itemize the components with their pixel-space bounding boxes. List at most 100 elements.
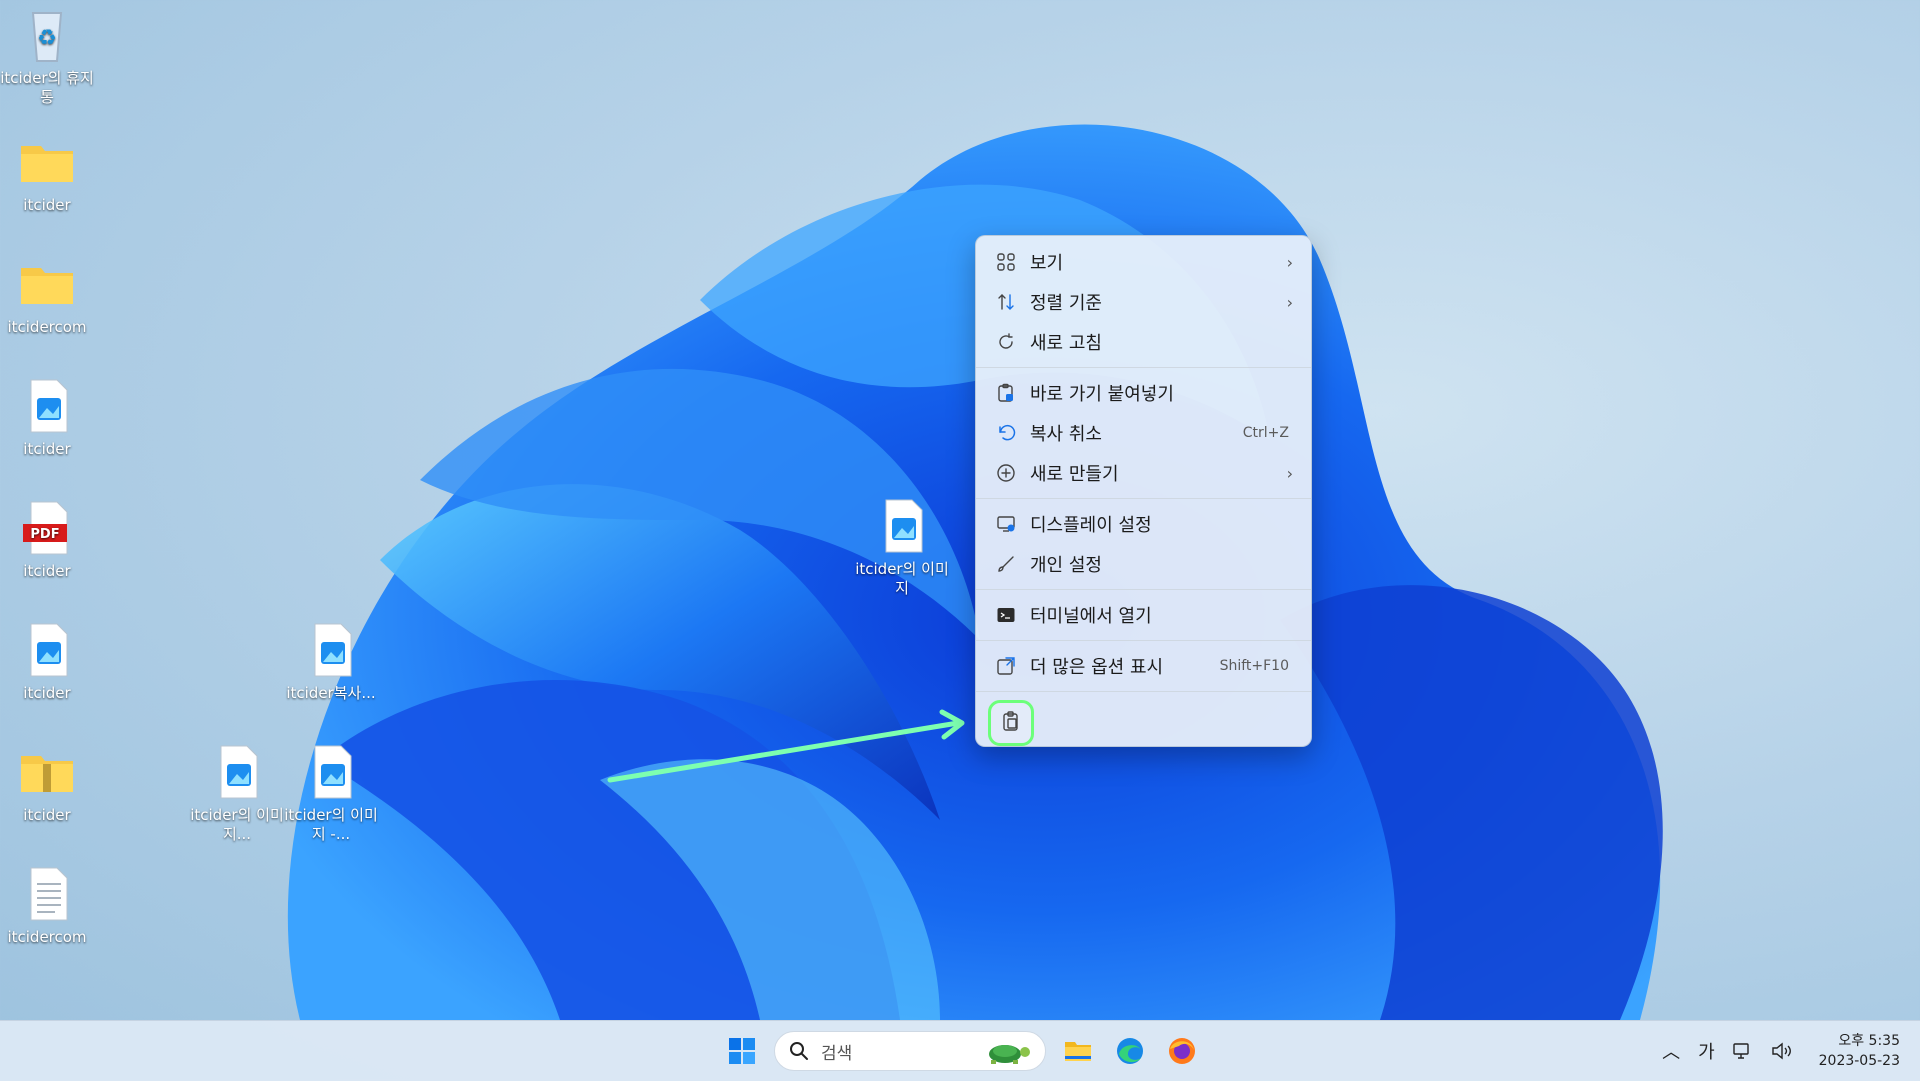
folder-icon — [21, 146, 73, 182]
menu-item-refresh[interactable]: 새로 고침 — [976, 322, 1311, 362]
desktop-icon-label: itcider의 휴지통 — [0, 69, 94, 106]
menu-item-label: 복사 취소 — [1030, 424, 1102, 445]
tray-overflow-chevron-icon[interactable]: ︿ — [1662, 1038, 1680, 1064]
network-icon[interactable] — [1732, 1042, 1753, 1060]
desktop-icon-recycle-bin[interactable]: ♻ itcider의 휴지통 — [0, 5, 95, 107]
system-tray: ︿ 가 오후 5:35 2023-05-23 — [1644, 1021, 1900, 1081]
desktop-icon-label: itcider — [23, 562, 71, 580]
search-placeholder: 검색 — [821, 1043, 853, 1064]
taskbar-firefox[interactable] — [1156, 1029, 1208, 1073]
paste-icon — [1000, 710, 1022, 736]
desktop-wallpaper — [287, 124, 1663, 1020]
clock-time: 오후 5:35 — [1838, 1033, 1900, 1049]
chevron-right-icon: › — [1286, 252, 1293, 272]
image-file-icon — [30, 379, 68, 433]
volume-icon[interactable] — [1771, 1042, 1793, 1060]
desktop-icon-label: itcider — [23, 196, 71, 214]
menu-item-label: 바로 가기 붙여넣기 — [1030, 384, 1174, 405]
display-icon — [994, 512, 1018, 536]
terminal-icon — [994, 603, 1018, 627]
desktop-icon-label: itcider의 이미지 -... — [284, 806, 378, 843]
zip-folder-icon — [21, 756, 73, 792]
taskbar: 검색 ︿ 가 오후 5:35 2023-05-23 — [0, 1020, 1920, 1081]
search-icon — [790, 1042, 808, 1060]
menu-separator — [976, 367, 1311, 368]
svg-text:PDF: PDF — [30, 527, 59, 542]
menu-item-label: 터미널에서 열기 — [1030, 606, 1152, 627]
firefox-icon — [1169, 1038, 1195, 1064]
desktop-icon-image-file[interactable]: itcider의 이미지 -... — [283, 742, 379, 844]
file-explorer-icon — [1065, 1042, 1091, 1061]
desktop-icon-folder[interactable]: itcider — [0, 132, 95, 215]
grid-icon — [994, 250, 1018, 274]
menu-item-display-settings[interactable]: 디스플레이 설정 — [976, 504, 1311, 544]
undo-icon — [994, 421, 1018, 445]
desktop-icon-label: itcider — [23, 440, 71, 458]
menu-separator — [976, 498, 1311, 499]
start-button[interactable] — [716, 1029, 768, 1073]
desktop-icon-label: itcider의 이미지... — [190, 806, 284, 843]
menu-item-label: 새로 만들기 — [1030, 464, 1119, 485]
edge-icon — [1117, 1038, 1143, 1064]
taskbar-edge[interactable] — [1104, 1029, 1156, 1073]
menu-item-shortcut: Ctrl+Z — [1242, 425, 1289, 441]
menu-separator — [976, 640, 1311, 641]
menu-item-label: 더 많은 옵션 표시 — [1030, 657, 1164, 678]
image-file-icon — [314, 623, 352, 677]
chevron-right-icon: › — [1286, 463, 1293, 483]
desktop-icon-image-file[interactable]: itcider — [0, 620, 95, 703]
recycle-bin-icon: ♻ — [31, 12, 63, 62]
menu-item-sort-by[interactable]: 정렬 기준 › — [976, 282, 1311, 322]
menu-item-new[interactable]: 새로 만들기 › — [976, 453, 1311, 493]
taskbar-clock[interactable]: 오후 5:35 2023-05-23 — [1819, 1031, 1900, 1071]
image-file-icon — [220, 745, 258, 799]
desktop-icon-label: itcidercom — [7, 928, 87, 946]
menu-item-show-more-options[interactable]: 더 많은 옵션 표시 Shift+F10 — [976, 646, 1311, 686]
menu-item-open-terminal[interactable]: 터미널에서 열기 — [976, 595, 1311, 635]
desktop-icon-label: itcider — [23, 684, 71, 702]
desktop-icon-label: itcider복사... — [286, 684, 376, 702]
taskbar-apps: 검색 — [716, 1029, 1208, 1073]
folder-icon — [21, 268, 73, 304]
sort-icon — [994, 290, 1018, 314]
paste-shortcut-icon — [994, 381, 1018, 405]
chevron-right-icon: › — [1286, 292, 1293, 312]
menu-item-label: 새로 고침 — [1030, 333, 1102, 354]
image-file-icon — [314, 745, 352, 799]
menu-item-label: 개인 설정 — [1030, 555, 1102, 576]
menu-item-undo-copy[interactable]: 복사 취소 Ctrl+Z — [976, 413, 1311, 453]
search-highlight-turtle-icon — [989, 1045, 1030, 1064]
pdf-file-icon: PDF — [23, 501, 68, 555]
desktop-icon-label: itcidercom — [7, 318, 87, 336]
desktop-icon-image-file[interactable]: itcider의 이미지... — [189, 742, 285, 844]
windows-start-icon — [729, 1038, 755, 1064]
desktop-icon-label: itcider — [23, 806, 71, 824]
desktop-icon-image-file[interactable]: itcider — [0, 376, 95, 459]
menu-item-label: 보기 — [1030, 253, 1064, 274]
image-file-icon — [30, 623, 68, 677]
svg-text:♻: ♻ — [37, 26, 57, 51]
desktop-icon-zip-folder[interactable]: itcider — [0, 742, 95, 825]
desktop-icon-image-file[interactable]: itcider의 이미지 — [854, 496, 950, 598]
menu-item-paste-shortcut[interactable]: 바로 가기 붙여넣기 — [976, 373, 1311, 413]
menu-quick-actions — [976, 697, 1311, 749]
menu-separator — [976, 589, 1311, 590]
paste-button[interactable] — [988, 700, 1034, 746]
desktop-icon-text-file[interactable]: itcidercom — [0, 864, 95, 947]
text-file-icon — [30, 867, 68, 921]
desktop-icon-label: itcider의 이미지 — [855, 560, 949, 597]
menu-item-personalize[interactable]: 개인 설정 — [976, 544, 1311, 584]
clock-date: 2023-05-23 — [1818, 1053, 1900, 1069]
menu-item-view[interactable]: 보기 › — [976, 242, 1311, 282]
desktop-icon-image-file[interactable]: itcider복사... — [283, 620, 379, 703]
menu-item-label: 정렬 기준 — [1030, 293, 1102, 314]
desktop-icon-folder[interactable]: itcidercom — [0, 254, 95, 337]
ime-indicator[interactable]: 가 — [1698, 1038, 1715, 1064]
taskbar-file-explorer[interactable] — [1052, 1029, 1104, 1073]
refresh-icon — [994, 330, 1018, 354]
desktop-icon-pdf[interactable]: PDF itcider — [0, 498, 95, 581]
menu-item-label: 디스플레이 설정 — [1030, 515, 1152, 536]
image-file-icon — [885, 499, 923, 553]
brush-icon — [994, 552, 1018, 576]
taskbar-search-box[interactable]: 검색 — [774, 1031, 1046, 1071]
